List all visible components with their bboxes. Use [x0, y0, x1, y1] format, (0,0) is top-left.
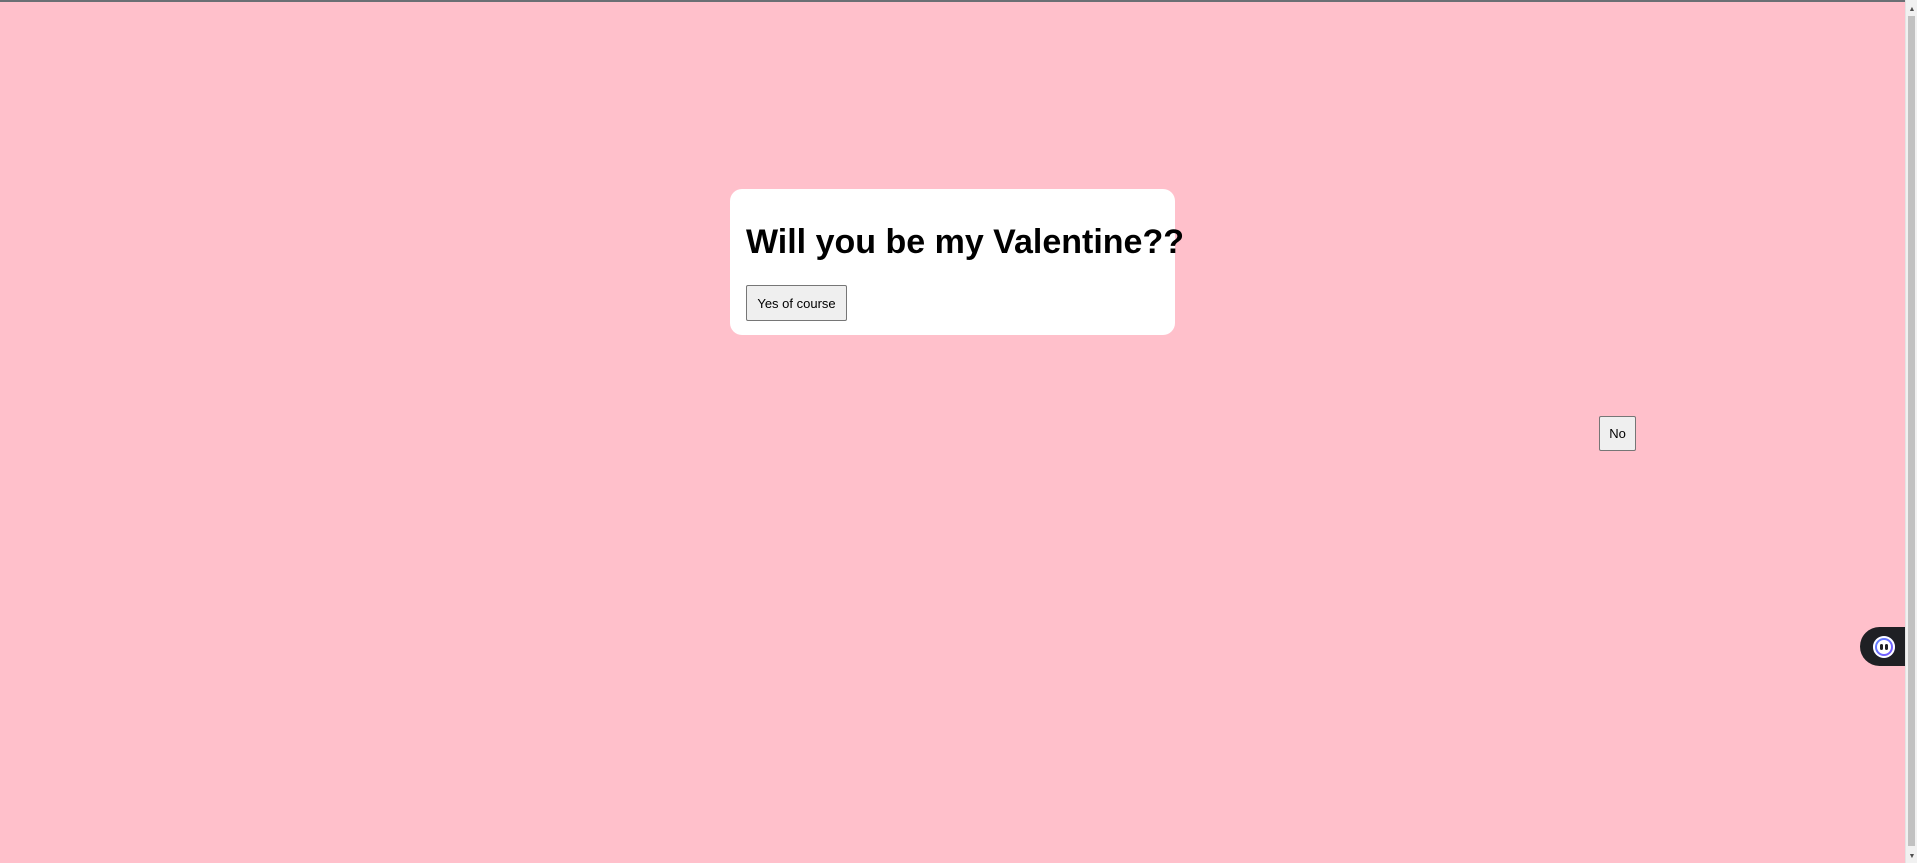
window-top-border	[0, 0, 1905, 2]
scroll-down-arrow-icon[interactable]: ▼	[1906, 849, 1917, 863]
yes-button[interactable]: Yes of course	[746, 285, 847, 321]
vertical-scrollbar[interactable]: ▲ ▼	[1905, 0, 1917, 863]
question-title: Will you be my Valentine??	[746, 223, 1184, 261]
assistant-widget-button[interactable]	[1860, 627, 1905, 666]
scroll-up-arrow-icon[interactable]: ▲	[1906, 2, 1917, 16]
assistant-bot-icon	[1873, 635, 1895, 658]
valentine-card: Will you be my Valentine?? Yes of course	[730, 189, 1184, 335]
no-button[interactable]: No	[1599, 416, 1636, 451]
scrollbar-thumb[interactable]	[1908, 16, 1915, 846]
bot-face	[1877, 639, 1891, 654]
